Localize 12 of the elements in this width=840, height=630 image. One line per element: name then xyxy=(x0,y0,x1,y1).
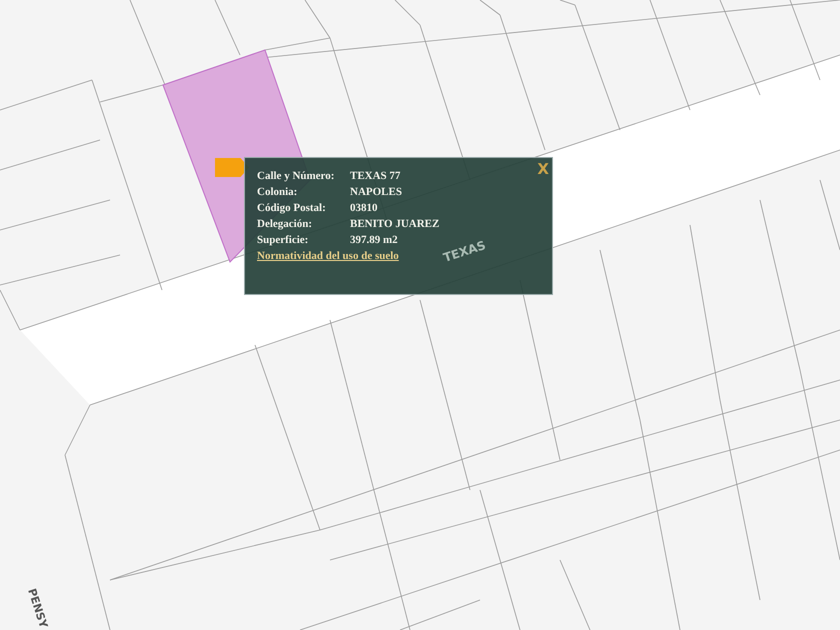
field-value: NAPOLES xyxy=(350,186,403,198)
land-use-link[interactable]: Normatividad del uso de suelo xyxy=(257,250,399,262)
field-label: Colonia: xyxy=(257,186,298,198)
field-label: Delegación: xyxy=(257,218,313,230)
field-value: 03810 xyxy=(350,202,378,214)
field-value: TEXAS 77 xyxy=(350,170,402,182)
close-button[interactable]: X xyxy=(537,160,549,178)
field-label: Calle y Número: xyxy=(257,170,336,182)
field-label: Superficie: xyxy=(257,234,310,246)
field-value: BENITO JUAREZ xyxy=(350,218,440,230)
street-label: TEXAS xyxy=(442,238,488,265)
field-label: Código Postal: xyxy=(257,202,327,214)
